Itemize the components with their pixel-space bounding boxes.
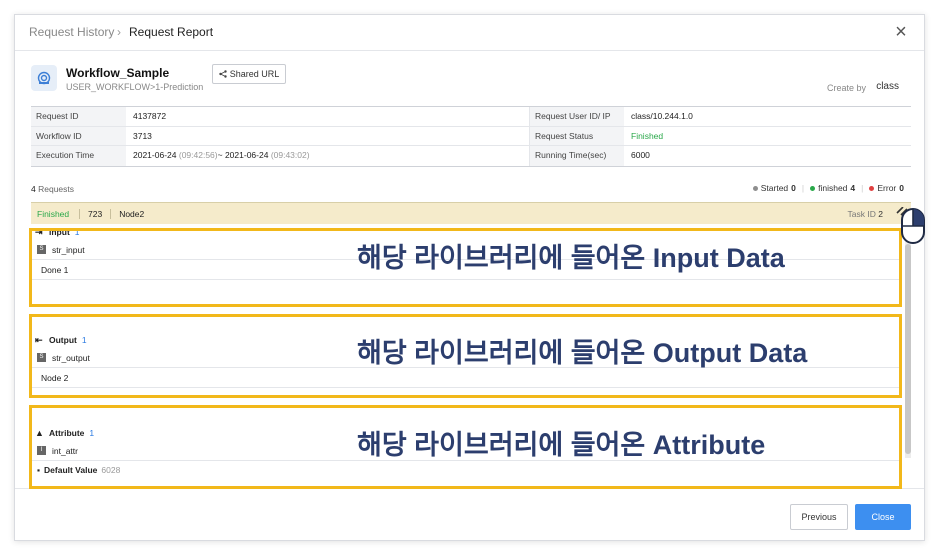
finished-dot-icon [810,186,816,192]
legend-error: Error 0 [869,183,904,193]
exec-end-date: 2021-06-24 [224,150,269,160]
exec-start-time: (09:42:56) [178,150,218,160]
requests-count: 4 Requests [31,184,74,194]
started-dot-icon [752,186,758,192]
breadcrumb-request-history[interactable]: Request History [29,25,114,39]
attribute-annotation: 해당 라이브러리에 들어온 Attribute [357,430,766,460]
task-status: Finished [37,208,70,219]
legend-error-label: Error [877,183,897,193]
output-annotation: 해당 라이브러리에 들어온 Output Data [357,338,808,368]
share-icon [219,70,227,78]
workflow-icon [31,65,57,91]
divider [110,208,112,219]
legend-separator: | [861,183,864,193]
legend-started: Started 0 [752,183,796,193]
requests-count-number: 4 [31,184,36,194]
request-status-label: Request Status [529,126,624,145]
task-id-value: 2 [878,208,883,219]
legend-finished-label: finished [818,183,848,193]
request-id-value: 4137872 [133,111,167,121]
exec-tilde: ~ [217,150,223,160]
task-number: 723 [88,208,103,219]
request-id-label: Request ID [31,107,126,126]
workflow-id-value: 3713 [133,130,152,141]
mouse-scroll-icon [896,207,925,244]
breadcrumb-separator: › [117,25,121,39]
task-id-label: Task ID [847,208,876,219]
exec-end-time: (09:43:02) [270,150,310,160]
request-info-table: Request ID 4137872 Request User ID/ IP c… [31,106,911,167]
error-dot-icon [869,186,875,192]
exec-start-date: 2021-06-24 [133,150,177,160]
close-icon[interactable]: × [890,21,912,43]
workflow-path: USER_WORKFLOW>1-Prediction [66,82,204,92]
content-scrollbar[interactable] [905,224,911,458]
requests-count-label: Requests [38,184,75,194]
create-by-value: class [876,81,899,92]
running-time-label: Running Time(sec) [529,146,624,166]
previous-button[interactable]: Previous [790,504,848,530]
execution-time-label: Execution Time [31,146,126,166]
info-row: Execution Time 2021-06-24 (09:42:56)~ 20… [31,146,911,166]
task-node: Node2 [119,208,145,219]
running-time-value: 6000 [631,150,650,160]
legend-finished-count: 4 [850,183,856,193]
status-legend: Started 0 | finished 4 | Error 0 [752,183,904,193]
task-id: Task ID 2 [848,209,883,219]
request-status-value: Finished [631,130,664,141]
legend-separator: | [801,183,805,193]
workflow-name: Workflow_Sample [66,66,170,80]
info-row: Request ID 4137872 Request User ID/ IP c… [31,107,911,127]
modal-header: Request History › Request Report × [15,15,924,51]
request-user-value: class/10.244.1.0 [631,111,693,121]
scrollbar-thumb[interactable] [905,244,911,454]
request-user-label: Request User ID/ IP [529,107,624,126]
workflow-id-label: Workflow ID [31,126,126,145]
input-annotation: 해당 라이브러리에 들어온 Input Data [357,243,785,273]
legend-started-count: 0 [791,183,796,193]
breadcrumb-request-report: Request Report [129,25,214,39]
create-by-label: Create by [826,83,866,93]
close-button[interactable]: Close [855,504,911,530]
divider [79,208,80,219]
info-row: Workflow ID 3713 Request Status Finished [31,126,911,146]
task-status-bar[interactable]: Finished 723 Node2 Task ID 2 [31,202,911,224]
shared-url-button[interactable]: Shared URL [212,64,286,84]
shared-url-label: Shared URL [229,69,280,79]
legend-finished: finished 4 [810,183,855,193]
legend-error-count: 0 [899,183,904,193]
legend-started-label: Started [760,183,789,193]
execution-time-value: 2021-06-24 (09:42:56)~ 2021-06-24 (09:43… [126,146,529,166]
